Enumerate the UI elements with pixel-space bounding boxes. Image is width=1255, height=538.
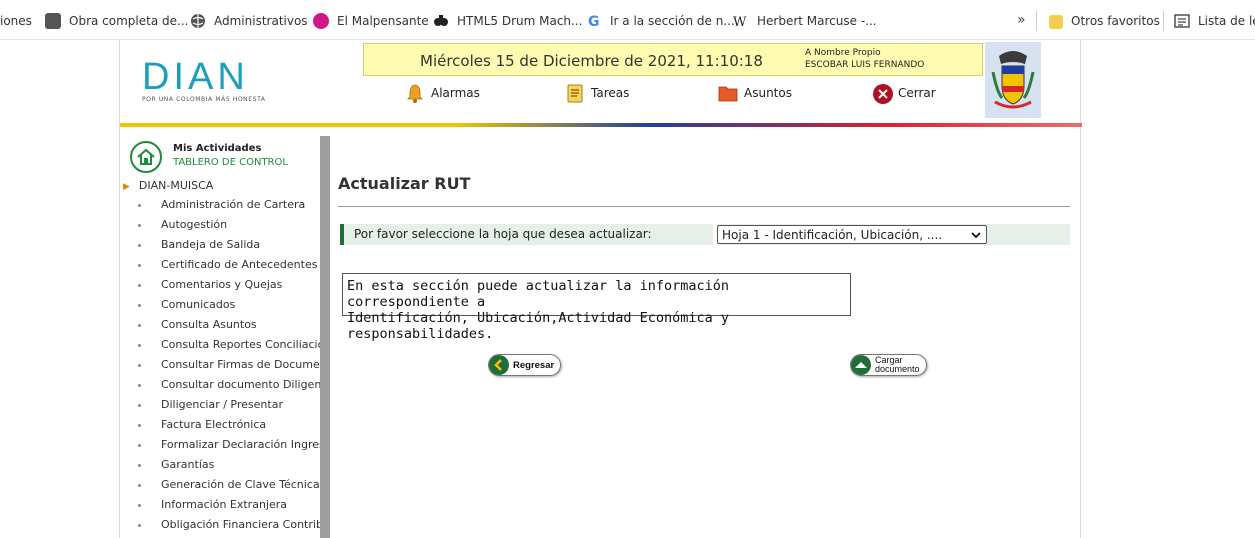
svg-text:W: W [733, 15, 747, 29]
task-list-icon [565, 83, 585, 103]
nav-alarmas[interactable]: Alarmas [405, 82, 480, 104]
nav-asuntos[interactable]: Asuntos [718, 82, 792, 104]
drum-icon [433, 13, 449, 29]
bookmark-label: Administrativos [214, 14, 308, 28]
sidebar-item[interactable]: Autogestión [120, 218, 320, 238]
upload-button-label: Cargar documento [871, 356, 926, 374]
sidebar-item[interactable]: Comunicados [120, 298, 320, 318]
nav-label: Cerrar [898, 86, 936, 100]
folder-icon [718, 83, 738, 103]
nav-label: Alarmas [431, 86, 480, 100]
divider [338, 206, 1070, 207]
triangle-right-icon: ▶ [123, 182, 130, 192]
sidebar-item[interactable]: Bandeja de Salida [120, 238, 320, 258]
bookmark-label: Ir a la sección de n... [610, 14, 735, 28]
bookmark-label: Obra completa de... [69, 14, 189, 28]
malpensante-icon [313, 13, 329, 29]
info-line: En esta sección puede actualizar la info… [347, 278, 730, 310]
divider [1163, 11, 1164, 31]
bookmark-label: El Malpensante [337, 14, 429, 28]
sidebar-item[interactable]: Obligación Financiera Contribuye [120, 518, 320, 538]
coat-of-arms-icon [985, 42, 1041, 118]
page-title: Actualizar RUT [338, 174, 471, 193]
globe-icon [190, 13, 206, 29]
info-line: Identificación, Ubicación,Actividad Econ… [347, 310, 730, 342]
menu-root[interactable]: ▶ DIAN-MUISCA [123, 179, 213, 192]
date-bar: Miércoles 15 de Diciembre de 2021, 11:10… [363, 43, 983, 76]
sidebar-item[interactable]: Diligenciar / Presentar [120, 398, 320, 418]
header-divider [120, 123, 1082, 127]
nav-cerrar[interactable]: Cerrar [872, 82, 936, 104]
sidebar-item[interactable]: Administración de Cartera [120, 198, 320, 218]
upload-label-line: documento [875, 364, 920, 374]
bell-icon [405, 83, 425, 103]
bookmark-item[interactable]: iones [0, 13, 32, 29]
bookmark-label: HTML5 Drum Mach... [457, 14, 583, 28]
menu-root-label: DIAN-MUISCA [138, 179, 214, 192]
dian-logo[interactable]: DIAN POR UNA COLOMBIA MÁS HONESTA [142, 56, 297, 104]
sidebar-item[interactable]: Garantías [120, 458, 320, 478]
bookmark-label: Herbert Marcuse -... [757, 14, 877, 28]
activities-subtitle[interactable]: TABLERO DE CONTROL [173, 157, 288, 168]
back-button-label: Regresar [513, 359, 555, 371]
sheet-select-label: Por favor seleccione la hoja que desea a… [354, 227, 652, 241]
sidebar-item[interactable]: Consulta Reportes Conciliación F [120, 338, 320, 358]
reading-list[interactable]: Lista de lec [1174, 13, 1255, 29]
folder-icon [1049, 14, 1063, 29]
sidebar-item[interactable]: Generación de Clave Técnica [120, 478, 320, 498]
sidebar-item[interactable]: Formalizar Declaración Ingreso S [120, 438, 320, 458]
bookmark-item[interactable]: HTML5 Drum Mach... [433, 13, 582, 29]
nav-label: Tareas [591, 86, 630, 100]
current-date: Miércoles 15 de Diciembre de 2021, 11:10… [420, 52, 763, 70]
divider [1036, 11, 1037, 31]
arrow-left-icon [489, 355, 509, 375]
bookmark-item[interactable]: W Herbert Marcuse -... [733, 13, 877, 30]
sidebar-item[interactable]: Consultar documento Diligenciad [120, 378, 320, 398]
bookmark-folder[interactable]: Otros favoritos [1049, 13, 1160, 29]
book-icon [45, 13, 61, 29]
bookmark-item[interactable]: Administrativos [190, 13, 308, 29]
upload-document-button[interactable]: Cargar documento [850, 354, 927, 376]
sidebar-menu: Administración de Cartera Autogestión Ba… [120, 198, 320, 538]
logo-text: DIAN [142, 56, 249, 98]
back-button[interactable]: Regresar [488, 354, 562, 376]
svg-text:G: G [588, 14, 600, 29]
sidebar-item[interactable]: Certificado de Antecedentes Adu [120, 258, 320, 278]
bookmark-label: Otros favoritos [1071, 14, 1160, 28]
sidebar-item[interactable]: Comentarios y Quejas [120, 278, 320, 298]
wikipedia-icon: W [733, 13, 749, 30]
bookmarks-bar: iones Obra completa de... Administrativo… [0, 0, 1255, 40]
bookmark-label: Lista de lec [1198, 14, 1255, 28]
nav-tareas[interactable]: Tareas [565, 82, 629, 104]
bookmark-item[interactable]: G Ir a la sección de n... [586, 13, 735, 30]
google-icon: G [586, 13, 602, 30]
user-info: A Nombre Propio ESCOBAR LUIS FERNANDO [805, 47, 924, 71]
page-frame: DIAN POR UNA COLOMBIA MÁS HONESTA Miérco… [119, 40, 1082, 538]
activities-title[interactable]: Mis Actividades [173, 143, 261, 154]
row-accent [340, 224, 344, 245]
sidebar-item[interactable]: Factura Electrónica [120, 418, 320, 438]
sidebar-item[interactable]: Consultar Firmas de Documento [120, 358, 320, 378]
bookmark-item[interactable]: Obra completa de... [45, 13, 188, 29]
chevron-down-icon [971, 229, 981, 239]
sheet-select[interactable]: Hoja 1 - Identificación, Ubicación, .... [717, 225, 987, 244]
sidebar: Mis Actividades TABLERO DE CONTROL ▶ DIAN… [120, 136, 330, 538]
bookmark-label: iones [0, 14, 32, 28]
reading-list-icon [1174, 13, 1190, 29]
upload-icon [851, 355, 871, 375]
info-box: En esta sección puede actualizar la info… [342, 273, 851, 342]
sidebar-item[interactable]: Consulta Asuntos [120, 318, 320, 338]
nombre-value: ESCOBAR LUIS FERNANDO [805, 60, 925, 70]
close-session-icon [872, 83, 893, 104]
bookmark-item[interactable]: El Malpensante [313, 13, 429, 29]
logo-tagline: POR UNA COLOMBIA MÁS HONESTA [142, 96, 266, 103]
nombre-label: A Nombre Propio [805, 48, 881, 58]
home-icon[interactable] [130, 141, 162, 173]
sheet-select-value: Hoja 1 - Identificación, Ubicación, .... [722, 228, 943, 242]
sidebar-scrollbar[interactable] [320, 136, 330, 538]
more-bookmarks-icon[interactable]: » [1017, 12, 1026, 28]
sidebar-item[interactable]: Información Extranjera [120, 498, 320, 518]
nav-label: Asuntos [744, 86, 792, 100]
